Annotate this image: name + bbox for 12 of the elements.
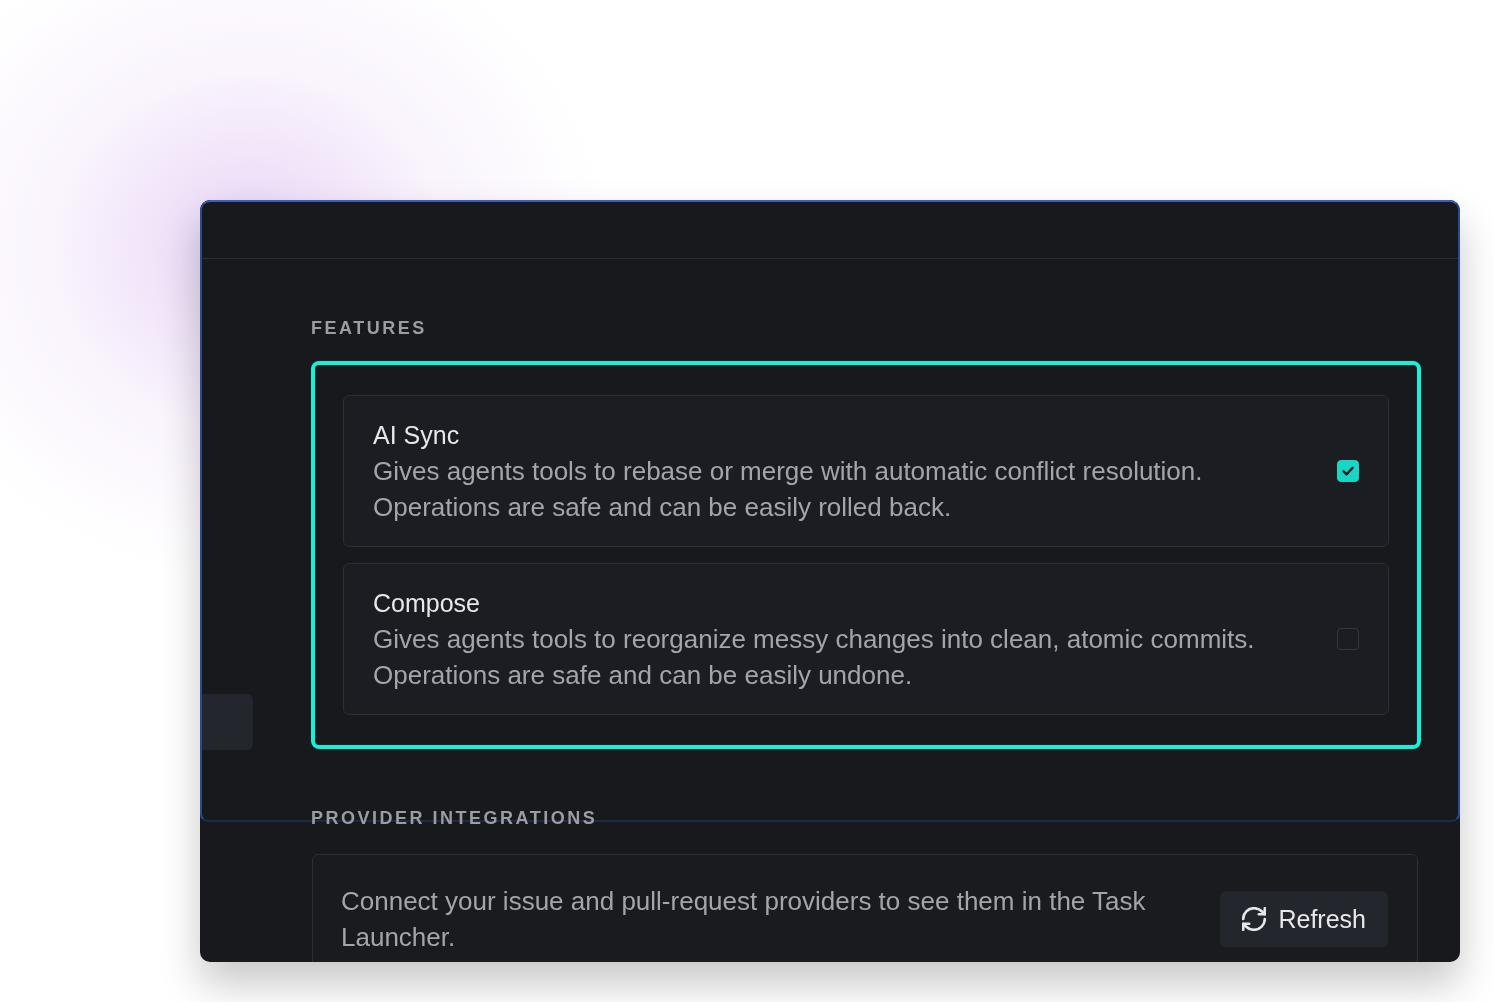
checkmark-icon	[1341, 464, 1355, 478]
checkbox[interactable]	[1337, 460, 1359, 482]
provider-description: Connect your issue and pull-request providers to see them in the Task Launcher.	[341, 885, 1147, 954]
checkbox[interactable]	[1337, 628, 1359, 650]
refresh-button[interactable]: Refresh	[1220, 891, 1388, 947]
section-heading: PROVIDER INTEGRATIONS	[311, 807, 599, 829]
refresh-icon	[1242, 907, 1267, 931]
feature-title: Compose	[373, 588, 481, 619]
section-heading: FEATURES	[311, 317, 428, 339]
feature-description: Gives agents tools to reorganize messy changes into clean, atomic commits. Operations are safe and can be easily undone.	[373, 623, 1255, 692]
feature-title: AI Sync	[373, 420, 461, 451]
feature-description: Gives agents tools to rebase or merge with automatic conflict resolution. Operations are safe and can be easily rolled back.	[373, 455, 1203, 524]
